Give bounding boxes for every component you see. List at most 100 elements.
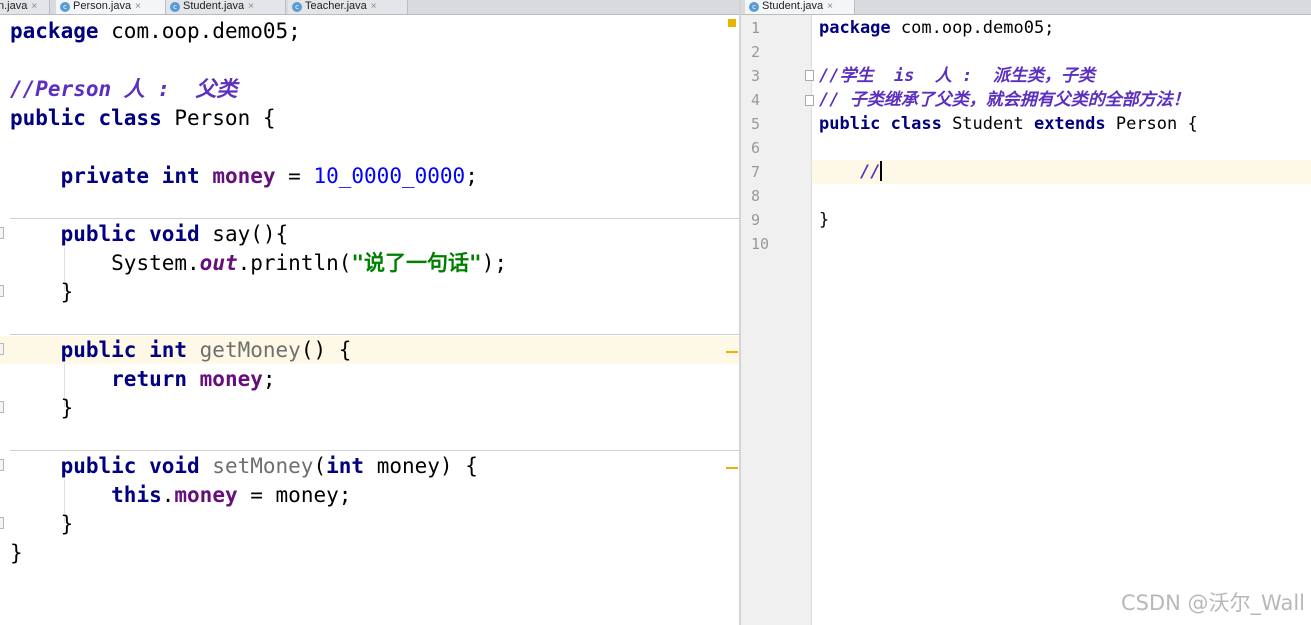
left-tab-bar: n.java × c Person.java × c Student.java × c Te… [0, 0, 739, 15]
method-params: money) { [364, 454, 478, 478]
comment: // [859, 162, 881, 182]
punctuation: ( [313, 454, 327, 478]
keyword: public void [60, 222, 200, 246]
field-name: money [187, 367, 263, 391]
fold-marker-icon[interactable] [0, 227, 4, 239]
tab-label: Teacher.java [305, 0, 367, 12]
method-call: .println( [237, 251, 352, 275]
fold-marker-icon[interactable] [0, 517, 4, 529]
fold-marker-icon[interactable] [805, 70, 814, 81]
close-icon[interactable]: × [31, 1, 37, 12]
code-line-comment: //Person 人 : 父类 [10, 75, 237, 104]
comment: //Person 人 : 父类 [10, 77, 238, 101]
comment: //学生 is 人 : 派生类，子类 [819, 66, 1095, 86]
fold-marker-icon[interactable] [805, 95, 814, 106]
punctuation: ); [481, 251, 507, 275]
punctuation: ; [262, 367, 276, 391]
code-line-field: private int money = 10_0000_0000; [10, 162, 478, 191]
method-name: setMoney [199, 454, 314, 478]
code-line-say-decl: public void say(){ [10, 220, 289, 249]
number-literal: 10_0000_0000 [313, 164, 466, 188]
class-icon: c [749, 2, 759, 12]
close-icon[interactable]: × [371, 1, 377, 12]
line-number-gutter: 1 2 3 4 5 6 7 8 9 10 [741, 15, 812, 625]
operator: = [275, 164, 314, 188]
keyword: public class [10, 106, 162, 130]
punctuation: . [161, 483, 175, 507]
line-number: 5 [751, 115, 761, 133]
line-number: 4 [751, 91, 761, 109]
package-name: com.oop.demo05; [890, 18, 1055, 38]
tab-teacher-java[interactable]: c Teacher.java × [288, 0, 408, 14]
tab-main-java[interactable]: n.java × [0, 0, 50, 14]
text-caret [880, 161, 883, 181]
keyword: int [326, 454, 365, 478]
keyword: package [819, 18, 891, 38]
code-line-comment: //学生 is 人 : 派生类，子类 [819, 64, 1095, 88]
code-line-package: package com.oop.demo05; [10, 17, 301, 46]
close-icon[interactable]: × [135, 1, 141, 12]
keyword: public int [60, 338, 188, 362]
code-line-current[interactable]: // [819, 160, 883, 184]
code-line-return: return money; [10, 365, 276, 394]
fold-marker-icon[interactable] [0, 343, 4, 355]
tab-student-java-right[interactable]: c Student.java × [745, 0, 855, 14]
tab-label: Student.java [183, 0, 245, 12]
warning-stripe-marker[interactable] [726, 467, 738, 469]
line-number: 9 [751, 211, 761, 229]
line-number: 10 [751, 235, 770, 253]
fold-marker-icon[interactable] [0, 459, 4, 471]
package-name: com.oop.demo05; [98, 19, 301, 43]
class-name: Student [941, 114, 1034, 134]
keyword: return [111, 367, 188, 391]
comment: // 子类继承了父类，就会拥有父类的全部方法！ [819, 90, 1190, 110]
line-number: 7 [751, 163, 761, 181]
static-field: out [199, 251, 238, 275]
fold-marker-icon[interactable] [0, 285, 4, 297]
keyword: public void [60, 454, 200, 478]
brace: } [819, 210, 830, 230]
method-signature: say(){ [199, 222, 289, 246]
code-line-setter-decl: public void setMoney(int money) { [10, 452, 478, 481]
code-line-println: System.out.println("说了一句话"); [10, 249, 507, 278]
keyword: public class [819, 114, 942, 134]
class-name: Person { [1105, 114, 1198, 134]
string-literal: "说了一句话" [351, 251, 482, 275]
watermark: CSDN @沃尔_Wall [1120, 591, 1305, 615]
class-icon: c [60, 2, 70, 12]
line-number: 2 [751, 43, 761, 61]
tab-label: n.java [0, 0, 28, 12]
warning-stripe-marker[interactable] [726, 351, 738, 353]
fold-marker-icon[interactable] [0, 401, 4, 413]
analysis-status-icon[interactable] [728, 19, 736, 27]
brace: } [10, 541, 23, 565]
brace: } [60, 512, 74, 536]
student-editor[interactable]: 1 2 3 4 5 6 7 8 9 10 package com.oop.dem… [741, 15, 1311, 625]
class-icon: c [170, 2, 180, 12]
keyword: package [10, 19, 99, 43]
field-name: money [212, 164, 276, 188]
method-separator [10, 450, 739, 451]
method-name: getMoney [187, 338, 301, 362]
keyword: this [111, 483, 162, 507]
close-icon[interactable]: × [827, 1, 833, 12]
close-icon[interactable]: × [248, 1, 254, 12]
assignment: = money; [237, 483, 352, 507]
code-line-class-decl: public class Student extends Person { [819, 112, 1198, 136]
tab-student-java[interactable]: c Student.java × [166, 0, 286, 14]
class-ref: System. [111, 251, 200, 275]
class-icon: c [292, 2, 302, 12]
class-name: Person { [161, 106, 276, 130]
line-number: 1 [751, 19, 761, 37]
line-number: 6 [751, 139, 761, 157]
method-separator [10, 334, 739, 335]
code-line-class-close: } [819, 208, 829, 232]
code-line-brace: } [10, 278, 74, 307]
person-editor[interactable]: package com.oop.demo05; //Person 人 : 父类 … [0, 15, 739, 625]
code-line-comment: // 子类继承了父类，就会拥有父类的全部方法！ [819, 88, 1190, 112]
tab-person-java[interactable]: c Person.java × [56, 0, 166, 14]
punctuation: ; [465, 164, 478, 188]
method-separator [10, 218, 739, 219]
line-number: 8 [751, 187, 761, 205]
keyword: private int [60, 164, 200, 188]
